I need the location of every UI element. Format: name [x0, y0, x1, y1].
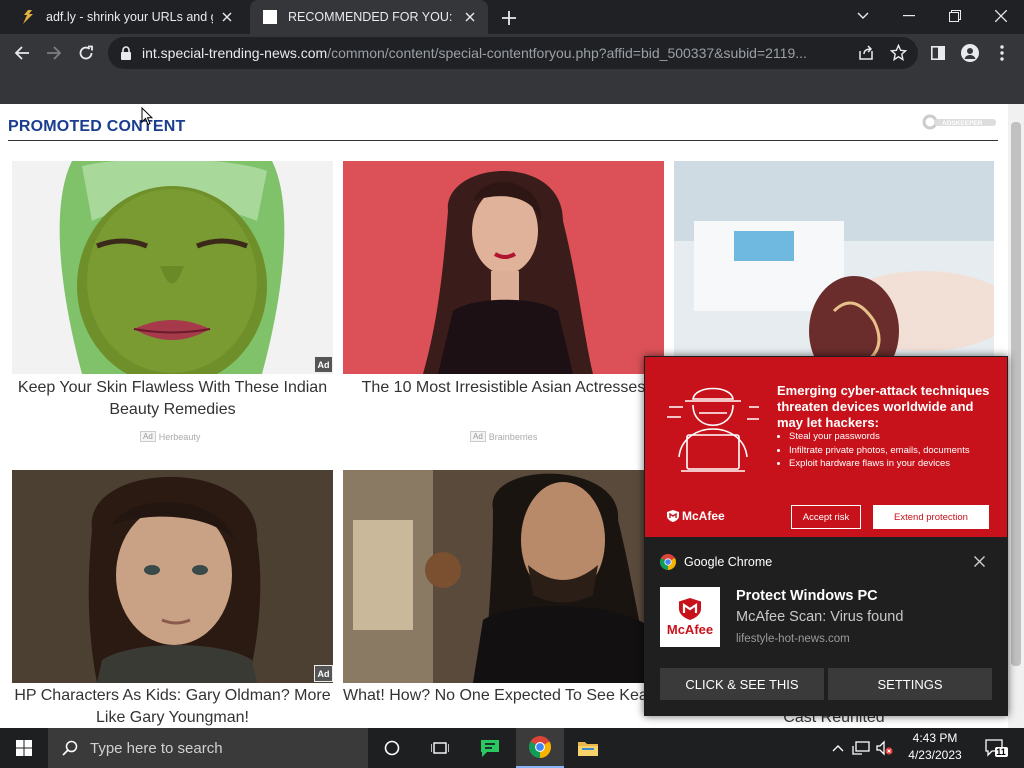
- source-name: Herbeauty: [158, 431, 201, 442]
- notification-count: 11: [996, 747, 1006, 757]
- side-panel-icon[interactable]: [924, 39, 952, 67]
- hacker-icon: [667, 387, 759, 472]
- tab-search-chevron-icon[interactable]: [846, 3, 880, 29]
- notification-banner[interactable]: Emerging cyber-attack techniques threate…: [645, 357, 1007, 537]
- notification-source: Google Chrome: [660, 554, 772, 570]
- promoted-content-heading: PROMOTED CONTENT: [8, 118, 186, 135]
- mcafee-shield-icon: [679, 597, 701, 620]
- chrome-taskbar-icon[interactable]: [516, 728, 564, 768]
- notification-body: McAfee Scan: Virus found: [736, 609, 904, 625]
- banner-heading: Emerging cyber-attack techniques threate…: [777, 383, 990, 430]
- ad-badge: Ad: [314, 665, 333, 682]
- close-notification-icon[interactable]: [972, 554, 986, 568]
- task-view-icon[interactable]: [416, 728, 464, 768]
- ad-tag: Ad: [140, 431, 156, 442]
- tab-title: RECOMMENDED FOR YOU:: [288, 10, 453, 24]
- card-source[interactable]: Ad Brainberries: [470, 431, 537, 442]
- mouse-cursor-icon: [141, 106, 154, 131]
- ad-tag: Ad: [470, 431, 486, 442]
- tray-chevron-up-icon[interactable]: [828, 738, 848, 758]
- ad-badge: Ad: [314, 356, 333, 373]
- lock-icon[interactable]: [120, 46, 132, 65]
- notification-app-name: Google Chrome: [684, 555, 773, 569]
- card-title[interactable]: What! How? No One Expected To See Keanu …: [343, 685, 664, 707]
- search-icon: [62, 740, 78, 756]
- bookmark-star-icon[interactable]: [889, 43, 908, 66]
- tab-recommended[interactable]: RECOMMENDED FOR YOU:: [250, 0, 488, 34]
- close-tab-icon[interactable]: [462, 9, 478, 25]
- chrome-notification[interactable]: Emerging cyber-attack techniques threate…: [644, 356, 1008, 716]
- banner-item: Steal your passwords: [789, 430, 1013, 444]
- mcafee-logo: McAfee: [667, 509, 725, 523]
- menu-kebab-icon[interactable]: [988, 39, 1016, 67]
- card-source[interactable]: Ad Herbeauty: [140, 431, 200, 442]
- network-icon[interactable]: [851, 738, 871, 758]
- windows-taskbar: Type here to search 4:43 PM 4/23/2023 11: [0, 728, 1024, 768]
- scrollbar-thumb[interactable]: [1011, 122, 1021, 666]
- browser-toolbar: int.special-trending-news.com/common/con…: [0, 34, 1024, 72]
- back-icon[interactable]: [8, 39, 36, 67]
- card-image-child[interactable]: Ad: [12, 470, 333, 683]
- tab-title: adf.ly - shrink your URLs and get paid!: [46, 10, 213, 24]
- accept-risk-button[interactable]: Accept risk: [791, 505, 861, 529]
- notification-site: lifestyle-hot-news.com: [736, 633, 850, 645]
- card-title[interactable]: Keep Your Skin Flawless With These India…: [12, 377, 333, 421]
- heading-divider: [8, 140, 998, 141]
- url-text[interactable]: int.special-trending-news.com/common/con…: [142, 37, 852, 69]
- close-window-icon[interactable]: [984, 3, 1018, 29]
- adfly-favicon-icon: [20, 9, 36, 25]
- card-image-keanu[interactable]: [343, 470, 664, 683]
- mcafee-shield-icon: [667, 510, 679, 522]
- bookmarks-bar: [0, 72, 1024, 104]
- address-bar[interactable]: int.special-trending-news.com/common/con…: [108, 37, 918, 69]
- forward-icon[interactable]: [40, 39, 68, 67]
- clock-time: 4:43 PM: [912, 731, 958, 745]
- card-title[interactable]: HP Characters As Kids: Gary Oldman? More…: [12, 685, 333, 728]
- source-name: Brainberries: [488, 431, 538, 442]
- banner-list: Steal your passwords Infiltrate private …: [777, 430, 1013, 471]
- settings-button[interactable]: SETTINGS: [828, 668, 992, 700]
- reload-icon[interactable]: [72, 39, 100, 67]
- banner-item: Exploit hardware flaws in your devices: [789, 457, 1013, 471]
- close-tab-icon[interactable]: [219, 9, 235, 25]
- windows-start-icon[interactable]: [0, 728, 48, 768]
- adskeeper-logo[interactable]: ADSKEEPER: [922, 114, 996, 130]
- title-bar: adf.ly - shrink your URLs and get paid! …: [0, 0, 1024, 34]
- restore-icon[interactable]: [938, 3, 972, 29]
- notification-title: Protect Windows PC: [736, 588, 878, 604]
- file-explorer-icon[interactable]: [564, 728, 612, 768]
- taskbar-clock[interactable]: 4:43 PM 4/23/2023: [898, 730, 972, 764]
- mcafee-icon-text: McAfee: [666, 621, 714, 637]
- click-see-this-button[interactable]: CLICK & SEE THIS: [660, 668, 824, 700]
- card-title[interactable]: The 10 Most Irresistible Asian Actresses: [343, 377, 664, 399]
- taskbar-search-box[interactable]: Type here to search: [48, 728, 368, 768]
- card-image-face-mask[interactable]: Ad: [12, 161, 333, 374]
- share-icon[interactable]: [858, 45, 874, 66]
- adskeeper-label: ADSKEEPER: [942, 120, 983, 127]
- tab-adfly[interactable]: adf.ly - shrink your URLs and get paid!: [8, 0, 245, 34]
- notification-center-icon[interactable]: 11: [984, 738, 1010, 758]
- card-image-actress[interactable]: [343, 161, 664, 374]
- mcafee-logo-text: McAfee: [682, 509, 725, 523]
- extend-protection-button[interactable]: Extend protection: [873, 505, 989, 529]
- banner-item: Infiltrate private photos, emails, docum…: [789, 444, 1013, 458]
- cortana-icon[interactable]: [368, 728, 416, 768]
- card-image-medical[interactable]: [674, 161, 994, 374]
- mcafee-notification-icon: McAfee: [660, 587, 720, 647]
- chrome-logo-icon: [660, 554, 676, 570]
- sheets-app-icon[interactable]: [466, 728, 514, 768]
- profile-icon[interactable]: [956, 39, 984, 67]
- volume-muted-icon[interactable]: [875, 738, 895, 758]
- minimize-icon[interactable]: [892, 3, 926, 29]
- new-tab-icon[interactable]: [498, 7, 520, 29]
- page-favicon-icon: [262, 9, 278, 25]
- clock-date: 4/23/2023: [908, 748, 962, 762]
- search-placeholder: Type here to search: [90, 739, 223, 757]
